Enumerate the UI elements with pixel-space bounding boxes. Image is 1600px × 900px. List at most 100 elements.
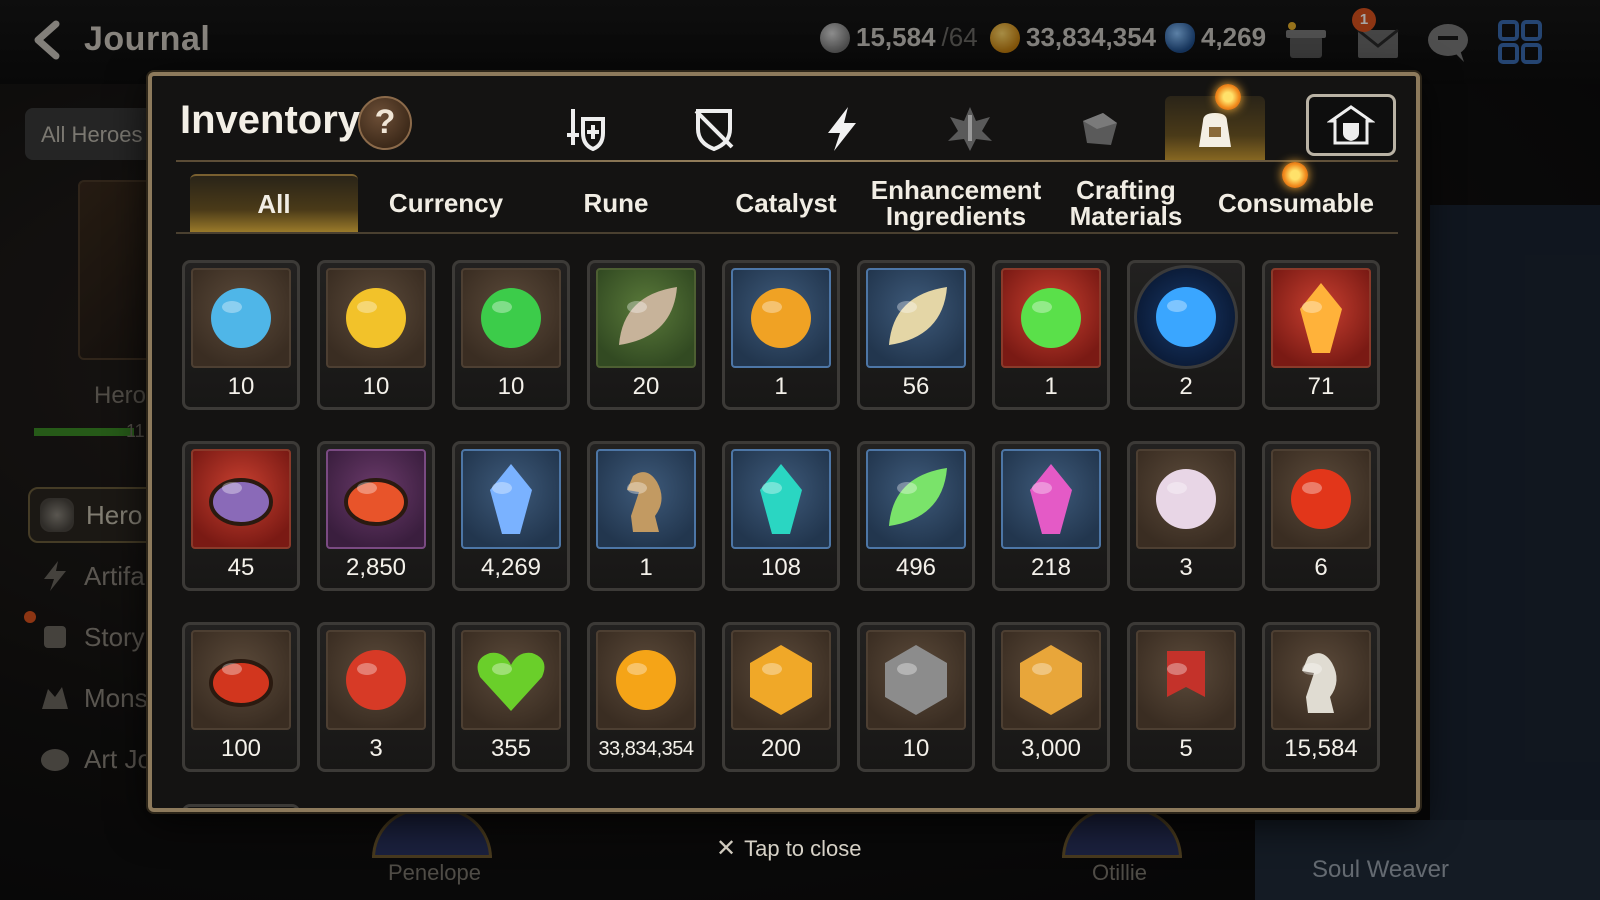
pink-crystal-icon [1030,464,1072,534]
item-quantity: 5 [1179,735,1193,762]
gold-emblem-icon [750,645,812,715]
item-quantity: 3 [369,735,383,762]
tab-rune[interactable]: Rune [532,174,700,232]
item-art [326,449,426,549]
item-slot[interactable]: 10 [857,622,975,772]
tab-enhancement-ingredients[interactable]: Enhancement Ingredients [871,174,1042,232]
tab-catalyst[interactable]: Catalyst [702,174,870,232]
sun-medallion-icon [751,288,811,348]
category-item-box[interactable] [1049,96,1149,162]
sword-shield-icon [567,109,605,152]
item-slot[interactable]: 355 [452,622,570,772]
item-quantity: 218 [1030,554,1072,581]
tab-all[interactable]: All [190,174,358,232]
fist-badge-icon [1020,645,1082,715]
red-seal-icon [346,650,406,710]
item-slot[interactable]: 6 [1262,441,1380,591]
category-storage[interactable] [1306,94,1396,156]
inventory-title: Inventory [180,98,361,142]
item-slot[interactable]: 2 [1127,260,1245,410]
item-slot[interactable]: 10 [452,260,570,410]
item-quantity: 20 [632,373,660,400]
item-slot[interactable]: 10 [182,260,300,410]
item-slot[interactable]: 496 [857,441,975,591]
help-button[interactable]: ? [358,96,412,150]
blue-circle-icon [1156,287,1216,347]
item-quantity: 10 [227,373,255,400]
notification-dot [1215,84,1241,110]
item-slot[interactable]: 2,850 [317,441,435,591]
item-slot[interactable]: 1 [587,441,705,591]
item-art [326,268,426,368]
gold-coin-icon [616,650,676,710]
item-art [866,630,966,730]
category-equipment[interactable] [535,96,635,162]
item-art [1271,630,1371,730]
item-art [596,630,696,730]
item-slot[interactable]: 5 [1127,622,1245,772]
ring-pendant-icon [209,478,273,526]
close-hint[interactable]: ✕ Tap to close [716,834,862,863]
category-material[interactable] [920,96,1020,162]
item-art [461,449,561,549]
tab-currency[interactable]: Currency [362,174,530,232]
tab-crafting-materials[interactable]: Crafting Materials [1042,174,1210,232]
item-quantity: 4,269 [480,554,542,581]
item-art [866,268,966,368]
key-pendulum-icon [627,472,662,532]
category-no-equipment[interactable] [664,96,764,162]
item-slot[interactable]: 200 [722,622,840,772]
green-orb-icon [1021,288,1081,348]
item-quantity: 496 [895,554,937,581]
amber-crystal-icon [1300,283,1342,353]
item-slot[interactable]: 218 [992,441,1110,591]
category-artifact[interactable] [792,96,892,162]
item-slot[interactable]: 71 [1262,260,1380,410]
teal-crystal-icon [760,464,802,534]
item-quantity: 6 [1314,554,1328,581]
divider [176,232,1398,234]
frame-corner [1403,795,1416,808]
compass-stone-icon [885,645,947,715]
item-art [461,630,561,730]
item-art [191,268,291,368]
green-rune-icon [481,288,541,348]
item-quantity: 45 [227,554,255,581]
root-herb-icon [889,287,947,345]
frame-corner [152,795,165,808]
item-quantity: 1 [1044,373,1058,400]
item-slot[interactable]: 1 [722,260,840,410]
fire-orb-icon [1291,469,1351,529]
item-slot[interactable]: 33,834,354 [587,622,705,772]
item-art [731,268,831,368]
item-slot-partial[interactable] [182,804,300,808]
item-quantity: 2 [1179,373,1193,400]
item-slot[interactable]: 4,269 [452,441,570,591]
yellow-rune-icon [346,288,406,348]
item-slot[interactable]: 10 [317,260,435,410]
item-slot[interactable]: 15,584 [1262,622,1380,772]
crossed-shield-icon [694,109,734,152]
item-art [461,268,561,368]
item-slot[interactable]: 56 [857,260,975,410]
item-slot[interactable]: 1 [992,260,1110,410]
item-quantity: 10 [902,735,930,762]
item-slot[interactable]: 100 [182,622,300,772]
item-art [1271,449,1371,549]
item-art [866,449,966,549]
leaf-icon [889,468,947,526]
heart-icon [477,652,545,711]
item-slot[interactable]: 3,000 [992,622,1110,772]
item-slot[interactable]: 3 [317,622,435,772]
item-slot[interactable]: 3 [1127,441,1245,591]
item-art [1001,630,1101,730]
notification-dot [1282,162,1308,188]
item-art [1271,268,1371,368]
item-slot[interactable]: 20 [587,260,705,410]
item-slot[interactable]: 108 [722,441,840,591]
item-slot[interactable]: 45 [182,441,300,591]
red-banner-icon [1167,651,1205,697]
category-consumable-bag[interactable] [1165,96,1265,162]
item-art [731,449,831,549]
item-quantity: 33,834,354 [598,738,694,760]
